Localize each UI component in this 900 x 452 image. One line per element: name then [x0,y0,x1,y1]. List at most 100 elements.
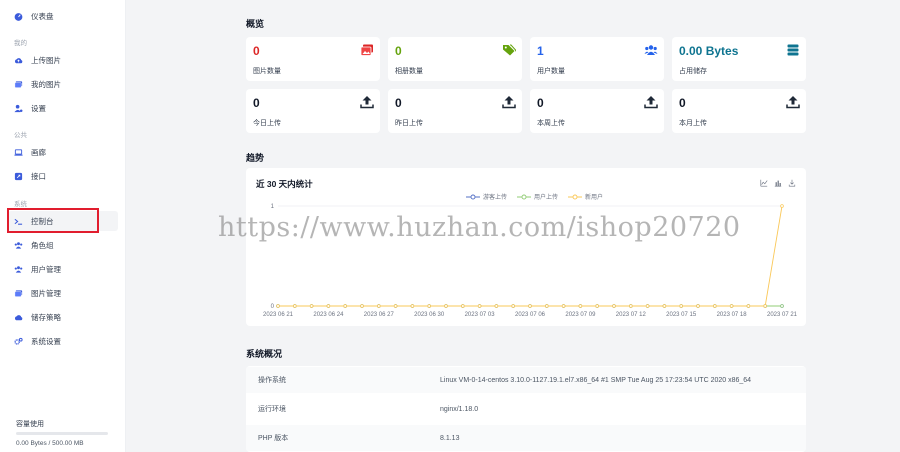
sidebar: 仪表盘 我的 上传图片 我的图片 设置 公共 画廊 接口 系统 控制台 角色组 … [0,0,126,452]
stat-value: 1 [537,44,544,58]
sidebar-item-label: 上传图片 [31,55,61,65]
data-point [612,304,616,308]
users-icon [14,265,23,274]
data-point [780,304,784,308]
stat-card: 0 昨日上传 [388,89,522,133]
sidebar-item-console[interactable]: 控制台 [8,211,118,231]
sidebar-item-users[interactable]: 用户管理 [8,259,118,279]
images-icon [14,289,23,298]
row-value: 8.1.13 [440,434,460,442]
sidebar-item-api[interactable]: 接口 [8,166,118,186]
stat-label: 今日上传 [253,120,281,127]
x-tick-label: 2023 06 30 [414,312,445,318]
data-point [360,304,364,308]
users-icon [14,241,23,250]
x-tick-label: 2023 07 15 [666,312,697,318]
data-point [326,304,331,308]
laptop-icon [14,148,23,157]
row-key: 操作系统 [258,377,286,384]
sidebar-item-roles[interactable]: 角色组 [8,235,118,255]
table-row: 操作系统 Linux VM-0-14-centos 3.10.0-1127.19.… [246,367,806,393]
terminal-icon [14,217,23,226]
sidebar-item-system-settings[interactable]: 系统设置 [8,331,118,351]
y-tick-label: 0 [271,304,275,310]
x-tick-label: 2023 06 21 [263,312,294,318]
stat-card: 0 今日上传 [246,89,380,133]
sidebar-item-label: 设置 [31,103,46,113]
sidebar-item-label: 储存策略 [31,312,61,322]
series-line [278,205,783,307]
upload-icon [786,95,800,109]
x-tick-label: 2023 07 18 [717,312,748,318]
stat-value: 0.00 Bytes [679,44,739,58]
sidebar-item-my-images[interactable]: 我的图片 [8,74,118,94]
data-point [545,304,549,308]
nav-section-mine: 我的 [14,40,27,47]
sidebar-item-storage-strategy[interactable]: 储存策略 [8,307,118,327]
sidebar-item-images[interactable]: 图片管理 [8,283,118,303]
cloud-upload-icon [14,56,23,65]
x-tick-label: 2023 06 24 [313,312,344,318]
sidebar-item-label: 图片管理 [31,288,61,298]
users-icon [644,43,658,57]
stat-card: 0 图片数量 [246,37,380,81]
data-point [343,304,347,308]
stat-label: 占用储存 [679,68,707,75]
sidebar-item-label: 角色组 [31,240,54,250]
tags-icon [502,43,517,57]
row-key: 运行环境 [258,406,286,413]
sidebar-item-label: 用户管理 [31,264,61,274]
sidebar-item-gallery[interactable]: 画廊 [8,142,118,162]
sidebar-item-label: 控制台 [31,216,54,226]
x-tick-label: 2023 07 21 [767,312,798,318]
data-point [763,304,767,308]
x-tick-label: 2023 07 03 [465,312,496,318]
data-point [746,304,751,308]
nav-section-system: 系统 [14,201,27,208]
cogs-icon [14,337,23,346]
stat-label: 本周上传 [537,120,565,127]
data-point [645,304,650,308]
trend-title: 趋势 [246,153,265,163]
stat-card: 0 本周上传 [530,89,664,133]
data-point [511,304,515,308]
dashboard-icon [14,12,23,21]
stat-card: 0 本月上传 [672,89,806,133]
nav-section-public: 公共 [14,132,27,139]
sidebar-item-label: 仪表盘 [31,11,54,21]
storage-progress-bar [16,432,108,435]
x-tick-label: 2023 06 27 [364,312,395,318]
data-point [293,304,297,308]
stat-value: 0 [679,96,686,110]
overview-title: 概览 [246,19,265,29]
link-icon [14,172,23,181]
table-row: PHP 版本 8.1.13 [246,425,806,451]
sidebar-item-dashboard[interactable]: 仪表盘 [8,6,118,26]
data-point [444,304,448,308]
trend-chart-card: 近 30 天内统计 游客上传 用户上传 新用户 0 1 2023 06 21 2023 0… [246,168,806,326]
y-tick-label: 1 [271,204,275,210]
trend-line-chart: 0 1 2023 06 21 2023 06 24 2023 06 27 2023 06 … [263,204,798,318]
sidebar-item-settings[interactable]: 设置 [8,98,118,118]
data-point [729,304,734,308]
images-icon [360,43,374,57]
system-title: 系统概况 [246,349,283,359]
stat-label: 昨日上传 [395,120,423,127]
stat-label: 用户数量 [537,68,565,75]
data-point [595,304,599,308]
sidebar-item-upload[interactable]: 上传图片 [8,50,118,70]
upload-icon [360,95,374,109]
row-key: PHP 版本 [258,435,289,442]
data-point [477,304,482,308]
sidebar-item-label: 画廊 [31,147,46,157]
data-point [713,304,717,308]
data-point [427,304,431,308]
stat-label: 图片数量 [253,68,281,75]
data-point [578,304,583,308]
data-point [662,304,667,308]
data-point [393,304,398,308]
data-point [629,304,633,308]
stat-value: 0 [395,44,402,58]
x-tick-label: 2023 07 12 [616,312,647,318]
stat-label: 相册数量 [395,68,423,75]
